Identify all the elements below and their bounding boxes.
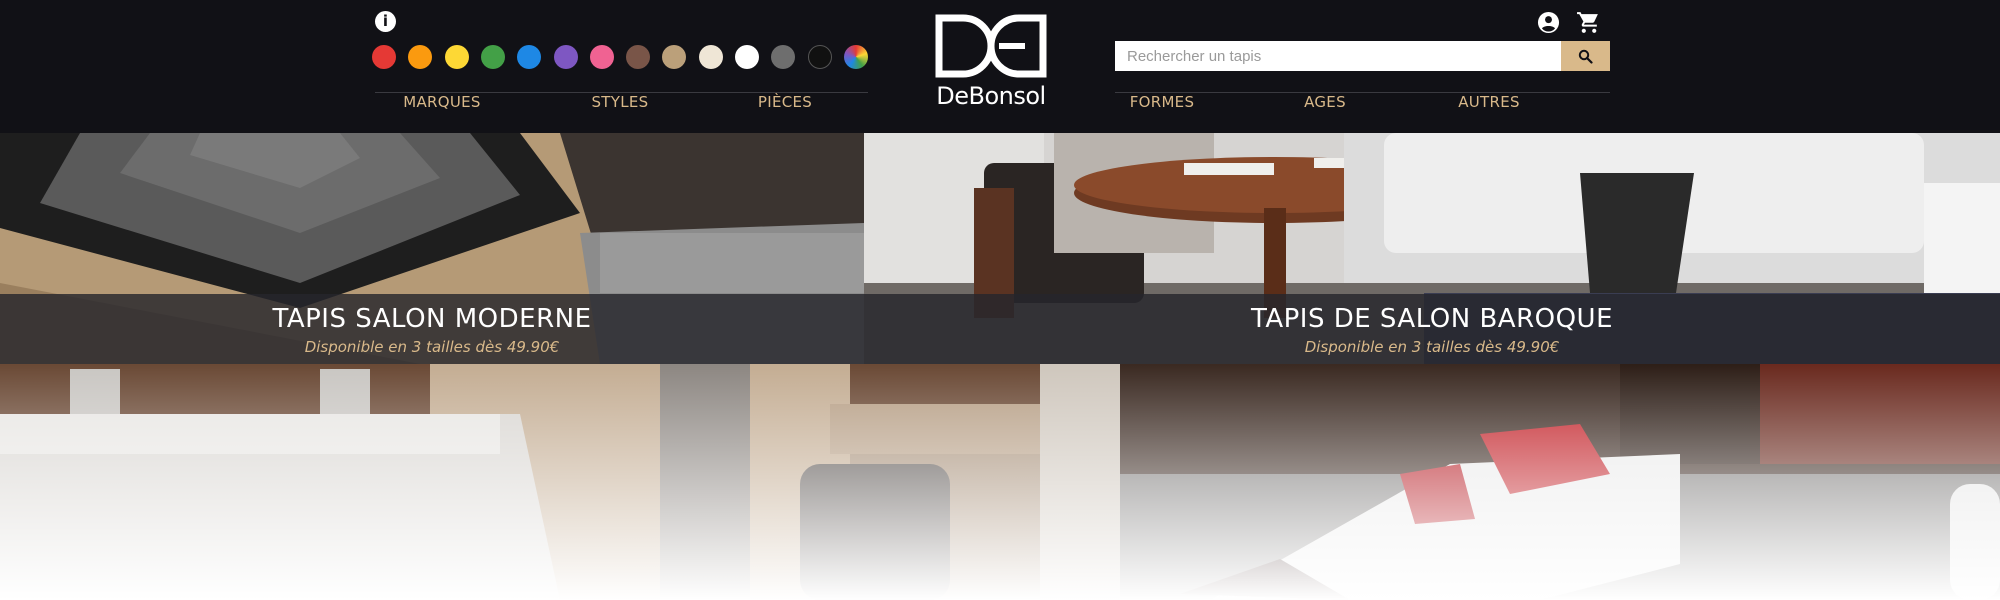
color-swatch-beige[interactable]	[662, 45, 686, 69]
color-swatch-rouge[interactable]	[372, 45, 396, 69]
nav-item-autres[interactable]: AUTRES	[1409, 93, 1569, 133]
color-swatch-violet[interactable]	[554, 45, 578, 69]
color-swatch-orange[interactable]	[408, 45, 432, 69]
banner-subtitle: Disponible en 3 tailles dès 49.90€	[1304, 338, 1560, 356]
banner-caption: TAPIS DE SALON BAROQUE Disponible en 3 t…	[864, 294, 2000, 364]
color-swatch-creme[interactable]	[699, 45, 723, 69]
logo-mark	[935, 14, 1047, 78]
nav-item-marques[interactable]: MARQUES	[362, 93, 522, 133]
nav-item-formes[interactable]: FORMES	[1082, 93, 1242, 133]
account-icon[interactable]	[1537, 11, 1560, 34]
banner-title: TAPIS DE SALON BAROQUE	[1250, 304, 1614, 334]
lounge-photo	[0, 364, 1120, 600]
color-swatch-vert[interactable]	[481, 45, 505, 69]
color-swatch-noir[interactable]	[808, 45, 832, 69]
cart-icon[interactable]	[1576, 10, 1601, 35]
color-swatch-jaune[interactable]	[445, 45, 469, 69]
banner-subtitle: Disponible en 3 tailles dès 49.90€	[304, 338, 560, 356]
logo[interactable]: DeBonsol	[933, 14, 1049, 110]
nav-left: MARQUES STYLES PIÈCES	[375, 92, 868, 133]
search-input[interactable]	[1115, 41, 1561, 71]
nav-right: FORMES AGES AUTRES	[1115, 92, 1610, 133]
site-header: i MARQUES STYLES PIÈCES DeBonsol FO	[0, 0, 2000, 133]
search-button[interactable]	[1561, 41, 1610, 71]
info-icon[interactable]: i	[375, 11, 396, 32]
banner-title: TAPIS SALON MODERNE	[272, 304, 592, 334]
color-swatch-bleu[interactable]	[517, 45, 541, 69]
banner-caption: TAPIS SALON MODERNE Disponible en 3 tail…	[0, 294, 864, 364]
color-swatch-gris[interactable]	[771, 45, 795, 69]
logo-text: DeBonsol	[936, 82, 1046, 110]
color-swatch-marron[interactable]	[626, 45, 650, 69]
white-sofa-photo	[1120, 364, 2000, 600]
color-swatch-multicolore[interactable]	[844, 45, 868, 69]
banner-white-sofa-photo[interactable]	[1120, 364, 2000, 600]
nav-item-ages[interactable]: AGES	[1245, 93, 1405, 133]
color-swatch-blanc[interactable]	[735, 45, 759, 69]
nav-item-styles[interactable]: STYLES	[540, 93, 700, 133]
banner-tapis-salon-moderne[interactable]: TAPIS SALON MODERNE Disponible en 3 tail…	[0, 133, 864, 364]
nav-item-pieces[interactable]: PIÈCES	[705, 93, 865, 133]
search-icon	[1578, 49, 1593, 64]
banner-lounge-photo[interactable]	[0, 364, 1120, 600]
banner-tapis-de-salon-baroque[interactable]: TAPIS DE SALON BAROQUE Disponible en 3 t…	[864, 133, 2000, 364]
color-swatch-rose[interactable]	[590, 45, 614, 69]
